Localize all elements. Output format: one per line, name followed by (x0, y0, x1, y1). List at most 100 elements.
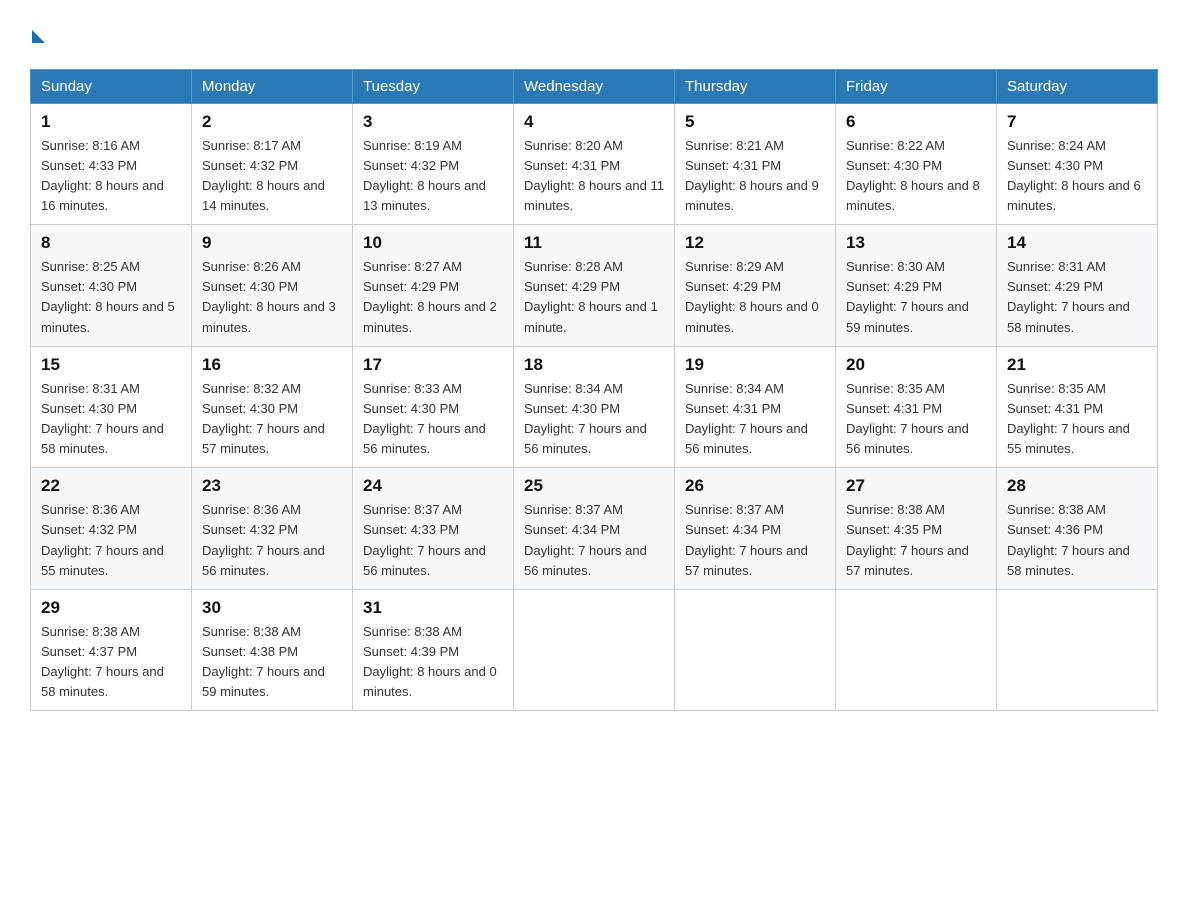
day-info: Sunrise: 8:21 AM Sunset: 4:31 PM Dayligh… (685, 136, 825, 217)
calendar-week-row: 1 Sunrise: 8:16 AM Sunset: 4:33 PM Dayli… (31, 103, 1158, 225)
day-info: Sunrise: 8:38 AM Sunset: 4:36 PM Dayligh… (1007, 500, 1147, 581)
day-info: Sunrise: 8:35 AM Sunset: 4:31 PM Dayligh… (1007, 379, 1147, 460)
calendar-week-row: 15 Sunrise: 8:31 AM Sunset: 4:30 PM Dayl… (31, 346, 1158, 468)
day-info: Sunrise: 8:36 AM Sunset: 4:32 PM Dayligh… (202, 500, 342, 581)
day-number: 16 (202, 355, 342, 375)
day-number: 4 (524, 112, 664, 132)
weekday-header-sunday: Sunday (31, 69, 192, 103)
day-number: 17 (363, 355, 503, 375)
day-info: Sunrise: 8:22 AM Sunset: 4:30 PM Dayligh… (846, 136, 986, 217)
calendar-cell: 17 Sunrise: 8:33 AM Sunset: 4:30 PM Dayl… (353, 346, 514, 468)
day-info: Sunrise: 8:31 AM Sunset: 4:29 PM Dayligh… (1007, 257, 1147, 338)
day-number: 29 (41, 598, 181, 618)
calendar-cell: 14 Sunrise: 8:31 AM Sunset: 4:29 PM Dayl… (997, 225, 1158, 347)
day-info: Sunrise: 8:37 AM Sunset: 4:34 PM Dayligh… (524, 500, 664, 581)
day-info: Sunrise: 8:34 AM Sunset: 4:30 PM Dayligh… (524, 379, 664, 460)
weekday-header-thursday: Thursday (675, 69, 836, 103)
day-info: Sunrise: 8:37 AM Sunset: 4:34 PM Dayligh… (685, 500, 825, 581)
calendar-cell (675, 589, 836, 711)
calendar-cell (997, 589, 1158, 711)
logo (30, 20, 45, 49)
day-info: Sunrise: 8:36 AM Sunset: 4:32 PM Dayligh… (41, 500, 181, 581)
day-number: 27 (846, 476, 986, 496)
day-number: 6 (846, 112, 986, 132)
day-info: Sunrise: 8:28 AM Sunset: 4:29 PM Dayligh… (524, 257, 664, 338)
day-number: 31 (363, 598, 503, 618)
logo-triangle-icon (32, 30, 45, 43)
calendar-cell: 10 Sunrise: 8:27 AM Sunset: 4:29 PM Dayl… (353, 225, 514, 347)
calendar-cell: 29 Sunrise: 8:38 AM Sunset: 4:37 PM Dayl… (31, 589, 192, 711)
weekday-header-wednesday: Wednesday (514, 69, 675, 103)
weekday-header-row: SundayMondayTuesdayWednesdayThursdayFrid… (31, 69, 1158, 103)
day-info: Sunrise: 8:17 AM Sunset: 4:32 PM Dayligh… (202, 136, 342, 217)
weekday-header-monday: Monday (192, 69, 353, 103)
day-number: 25 (524, 476, 664, 496)
day-info: Sunrise: 8:26 AM Sunset: 4:30 PM Dayligh… (202, 257, 342, 338)
calendar-cell: 9 Sunrise: 8:26 AM Sunset: 4:30 PM Dayli… (192, 225, 353, 347)
calendar-cell: 6 Sunrise: 8:22 AM Sunset: 4:30 PM Dayli… (836, 103, 997, 225)
day-number: 22 (41, 476, 181, 496)
calendar-cell: 26 Sunrise: 8:37 AM Sunset: 4:34 PM Dayl… (675, 468, 836, 590)
calendar-cell: 25 Sunrise: 8:37 AM Sunset: 4:34 PM Dayl… (514, 468, 675, 590)
calendar-cell: 19 Sunrise: 8:34 AM Sunset: 4:31 PM Dayl… (675, 346, 836, 468)
day-number: 21 (1007, 355, 1147, 375)
weekday-header-tuesday: Tuesday (353, 69, 514, 103)
day-number: 2 (202, 112, 342, 132)
calendar-cell: 12 Sunrise: 8:29 AM Sunset: 4:29 PM Dayl… (675, 225, 836, 347)
day-info: Sunrise: 8:30 AM Sunset: 4:29 PM Dayligh… (846, 257, 986, 338)
day-info: Sunrise: 8:37 AM Sunset: 4:33 PM Dayligh… (363, 500, 503, 581)
day-number: 19 (685, 355, 825, 375)
day-number: 9 (202, 233, 342, 253)
day-number: 20 (846, 355, 986, 375)
calendar-week-row: 8 Sunrise: 8:25 AM Sunset: 4:30 PM Dayli… (31, 225, 1158, 347)
day-info: Sunrise: 8:38 AM Sunset: 4:37 PM Dayligh… (41, 622, 181, 703)
day-number: 13 (846, 233, 986, 253)
calendar-cell: 22 Sunrise: 8:36 AM Sunset: 4:32 PM Dayl… (31, 468, 192, 590)
day-number: 12 (685, 233, 825, 253)
calendar-cell (514, 589, 675, 711)
calendar-cell: 30 Sunrise: 8:38 AM Sunset: 4:38 PM Dayl… (192, 589, 353, 711)
day-info: Sunrise: 8:20 AM Sunset: 4:31 PM Dayligh… (524, 136, 664, 217)
day-number: 10 (363, 233, 503, 253)
day-number: 3 (363, 112, 503, 132)
day-info: Sunrise: 8:29 AM Sunset: 4:29 PM Dayligh… (685, 257, 825, 338)
calendar-week-row: 22 Sunrise: 8:36 AM Sunset: 4:32 PM Dayl… (31, 468, 1158, 590)
calendar-cell: 21 Sunrise: 8:35 AM Sunset: 4:31 PM Dayl… (997, 346, 1158, 468)
day-info: Sunrise: 8:34 AM Sunset: 4:31 PM Dayligh… (685, 379, 825, 460)
calendar-cell: 28 Sunrise: 8:38 AM Sunset: 4:36 PM Dayl… (997, 468, 1158, 590)
day-info: Sunrise: 8:19 AM Sunset: 4:32 PM Dayligh… (363, 136, 503, 217)
day-info: Sunrise: 8:32 AM Sunset: 4:30 PM Dayligh… (202, 379, 342, 460)
calendar-cell: 13 Sunrise: 8:30 AM Sunset: 4:29 PM Dayl… (836, 225, 997, 347)
calendar-cell: 4 Sunrise: 8:20 AM Sunset: 4:31 PM Dayli… (514, 103, 675, 225)
day-number: 11 (524, 233, 664, 253)
day-info: Sunrise: 8:33 AM Sunset: 4:30 PM Dayligh… (363, 379, 503, 460)
day-number: 30 (202, 598, 342, 618)
day-number: 15 (41, 355, 181, 375)
calendar-cell: 8 Sunrise: 8:25 AM Sunset: 4:30 PM Dayli… (31, 225, 192, 347)
day-info: Sunrise: 8:38 AM Sunset: 4:35 PM Dayligh… (846, 500, 986, 581)
calendar-cell: 18 Sunrise: 8:34 AM Sunset: 4:30 PM Dayl… (514, 346, 675, 468)
day-info: Sunrise: 8:38 AM Sunset: 4:39 PM Dayligh… (363, 622, 503, 703)
day-info: Sunrise: 8:24 AM Sunset: 4:30 PM Dayligh… (1007, 136, 1147, 217)
calendar-week-row: 29 Sunrise: 8:38 AM Sunset: 4:37 PM Dayl… (31, 589, 1158, 711)
day-number: 5 (685, 112, 825, 132)
day-number: 18 (524, 355, 664, 375)
weekday-header-friday: Friday (836, 69, 997, 103)
day-info: Sunrise: 8:16 AM Sunset: 4:33 PM Dayligh… (41, 136, 181, 217)
day-number: 24 (363, 476, 503, 496)
day-number: 26 (685, 476, 825, 496)
calendar-cell (836, 589, 997, 711)
day-number: 7 (1007, 112, 1147, 132)
day-info: Sunrise: 8:27 AM Sunset: 4:29 PM Dayligh… (363, 257, 503, 338)
day-info: Sunrise: 8:35 AM Sunset: 4:31 PM Dayligh… (846, 379, 986, 460)
calendar-cell: 7 Sunrise: 8:24 AM Sunset: 4:30 PM Dayli… (997, 103, 1158, 225)
day-info: Sunrise: 8:25 AM Sunset: 4:30 PM Dayligh… (41, 257, 181, 338)
calendar-cell: 3 Sunrise: 8:19 AM Sunset: 4:32 PM Dayli… (353, 103, 514, 225)
day-info: Sunrise: 8:31 AM Sunset: 4:30 PM Dayligh… (41, 379, 181, 460)
day-info: Sunrise: 8:38 AM Sunset: 4:38 PM Dayligh… (202, 622, 342, 703)
calendar-cell: 27 Sunrise: 8:38 AM Sunset: 4:35 PM Dayl… (836, 468, 997, 590)
page-header (30, 20, 1158, 49)
calendar-table: SundayMondayTuesdayWednesdayThursdayFrid… (30, 69, 1158, 712)
calendar-cell: 23 Sunrise: 8:36 AM Sunset: 4:32 PM Dayl… (192, 468, 353, 590)
calendar-cell: 15 Sunrise: 8:31 AM Sunset: 4:30 PM Dayl… (31, 346, 192, 468)
